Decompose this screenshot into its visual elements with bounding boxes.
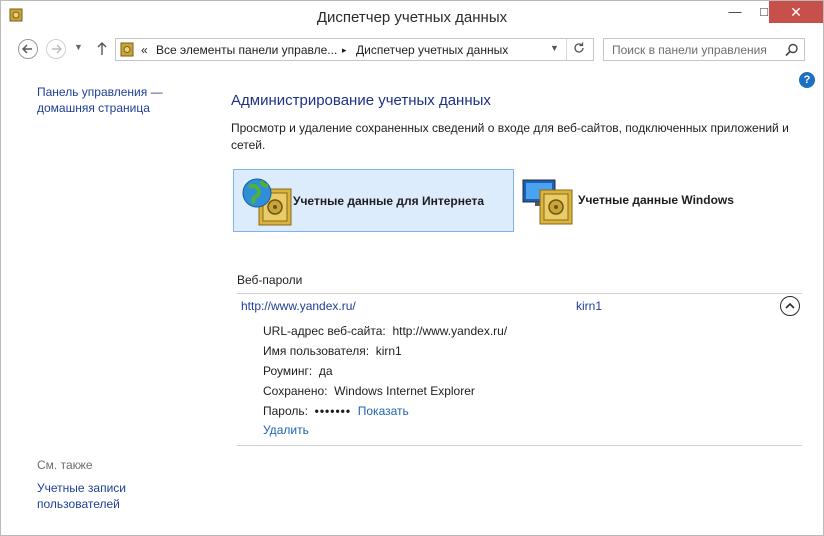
page-title: Администрирование учетных данных bbox=[231, 92, 491, 109]
detail-user-label: Имя пользователя: bbox=[263, 344, 370, 358]
web-credentials-label: Учетные данные для Интернета bbox=[293, 194, 485, 208]
detail-roaming-value: да bbox=[318, 364, 333, 378]
close-button[interactable]: ✕ bbox=[769, 1, 823, 23]
up-button[interactable] bbox=[96, 40, 108, 60]
breadcrumb-credential-manager[interactable]: Диспетчер учетных данных bbox=[356, 43, 508, 57]
credential-user[interactable]: kirn1 bbox=[576, 299, 602, 313]
arrow-left-icon bbox=[22, 44, 32, 54]
detail-saved-row: Сохранено: Windows Internet Explorer bbox=[263, 384, 475, 398]
search-box[interactable] bbox=[603, 38, 805, 61]
detail-password-row: Пароль: ••••••• Показать bbox=[263, 404, 409, 418]
web-credentials-tab[interactable]: Учетные данные для Интернета bbox=[233, 169, 514, 232]
credential-url[interactable]: http://www.yandex.ru/ bbox=[241, 299, 356, 313]
navigation-bar: ▼ « Все элементы панели управле... ▸ Дис… bbox=[1, 32, 823, 68]
control-panel-icon bbox=[120, 42, 134, 57]
forward-button[interactable] bbox=[46, 39, 66, 59]
chevron-up-icon bbox=[785, 302, 795, 309]
detail-roaming-label: Роуминг: bbox=[263, 364, 313, 378]
show-password-link[interactable]: Показать bbox=[358, 404, 409, 418]
globe-vault-icon bbox=[241, 177, 295, 227]
detail-url-label: URL-адрес веб-сайта: bbox=[263, 324, 386, 338]
windows-credentials-label: Учетные данные Windows bbox=[578, 193, 734, 207]
web-passwords-heading: Веб-пароли bbox=[237, 273, 303, 287]
detail-url-value: http://www.yandex.ru/ bbox=[392, 324, 508, 338]
detail-password-value: ••••••• bbox=[314, 404, 352, 418]
sidebar-home-link[interactable]: Панель управления — домашняя страница bbox=[37, 84, 187, 116]
address-history-dropdown[interactable]: ▼ bbox=[550, 43, 559, 53]
address-bar[interactable]: « Все элементы панели управле... ▸ Диспе… bbox=[115, 38, 594, 61]
detail-user-value: kirn1 bbox=[375, 344, 402, 358]
detail-url-row: URL-адрес веб-сайта: http://www.yandex.r… bbox=[263, 324, 507, 338]
detail-saved-label: Сохранено: bbox=[263, 384, 328, 398]
breadcrumb-overflow[interactable]: « bbox=[141, 43, 148, 57]
page-description: Просмотр и удаление сохраненных сведений… bbox=[231, 121, 789, 152]
divider bbox=[237, 293, 802, 294]
minimize-button[interactable]: — bbox=[720, 1, 750, 23]
search-input[interactable] bbox=[604, 39, 780, 60]
detail-password-label: Пароль: bbox=[263, 404, 308, 418]
recent-locations-dropdown[interactable]: ▼ bbox=[74, 42, 83, 52]
refresh-icon bbox=[574, 42, 584, 53]
detail-user-row: Имя пользователя: kirn1 bbox=[263, 344, 402, 358]
see-also-label: См. также bbox=[37, 458, 93, 472]
arrow-up-icon bbox=[97, 42, 107, 55]
arrow-right-icon bbox=[52, 44, 62, 54]
refresh-button[interactable] bbox=[572, 41, 586, 58]
monitor-vault-icon bbox=[522, 176, 576, 226]
delete-credential-link[interactable]: Удалить bbox=[263, 423, 309, 437]
detail-saved-value: Windows Internet Explorer bbox=[334, 384, 475, 398]
windows-credentials-tab[interactable]: Учетные данные Windows bbox=[515, 169, 777, 232]
back-button[interactable] bbox=[18, 39, 38, 59]
divider bbox=[237, 445, 802, 446]
credential-manager-window: Диспетчер учетных данных — □ ✕ ▼ « Все э… bbox=[0, 0, 824, 536]
window-title: Диспетчер учетных данных bbox=[316, 9, 508, 26]
detail-roaming-row: Роуминг: да bbox=[263, 364, 333, 378]
collapse-button[interactable] bbox=[780, 296, 800, 316]
breadcrumb-all-items[interactable]: Все элементы панели управле... bbox=[156, 43, 337, 57]
sidebar-user-accounts-link[interactable]: Учетные записи пользователей bbox=[37, 480, 157, 512]
breadcrumb-separator[interactable]: ▸ bbox=[342, 45, 347, 56]
search-icon[interactable] bbox=[784, 42, 800, 58]
title-bar: Диспетчер учетных данных — □ ✕ bbox=[1, 1, 823, 32]
address-divider bbox=[566, 39, 567, 60]
help-icon[interactable]: ? bbox=[799, 72, 815, 88]
